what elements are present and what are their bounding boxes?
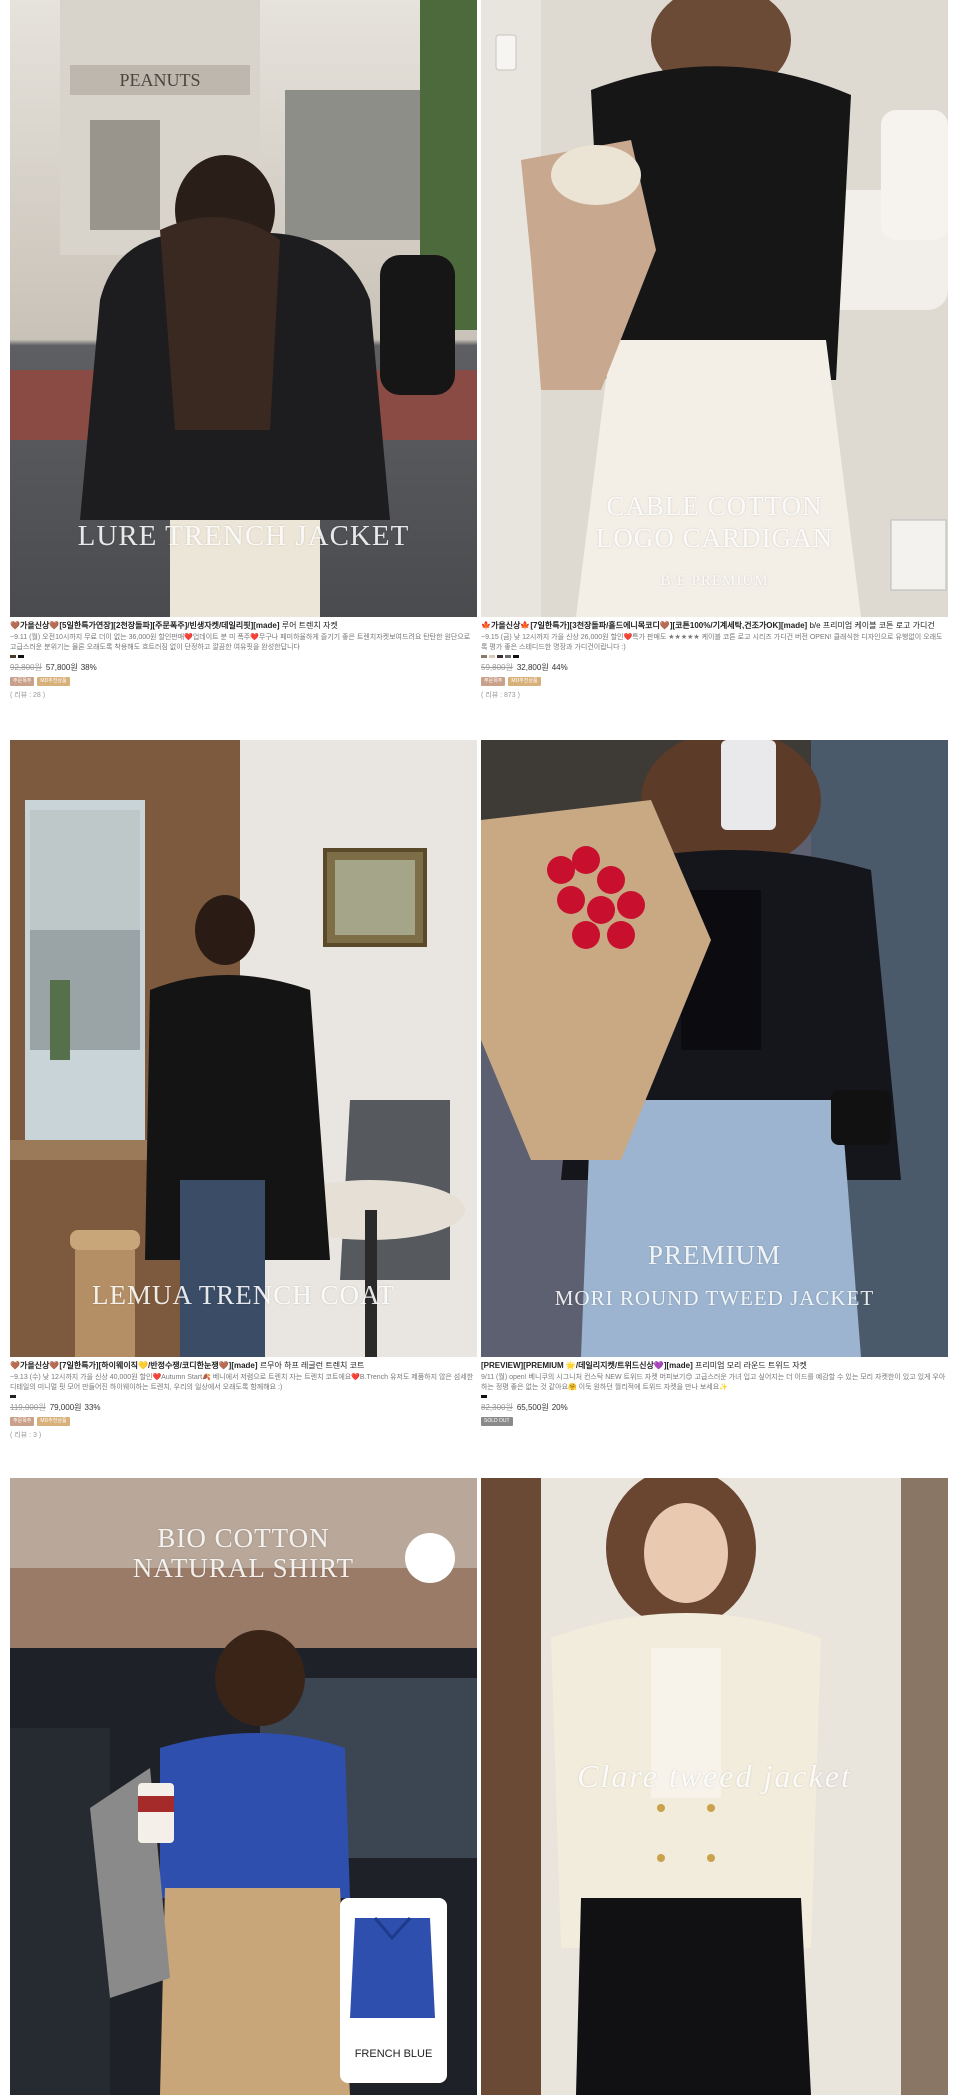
overlay-title-6: Clare tweed jacket — [577, 1758, 852, 1794]
color-swatch — [505, 655, 511, 658]
discount-rate: 44% — [551, 663, 568, 672]
product-image-5[interactable]: BIO COTTON NATURAL SHIRT FRENCH BLUE — [10, 1478, 477, 2095]
color-swatch — [481, 655, 487, 658]
color-swatches — [10, 1395, 477, 1400]
discount-rate: 38% — [80, 663, 97, 672]
price-row: 82,300원 65,500원 20% — [481, 1402, 948, 1413]
color-swatch — [481, 1395, 487, 1398]
review-count[interactable]: ( 리뷰 : 28 ) — [10, 690, 477, 700]
badge-md-pick: MD추천상품 — [37, 1417, 70, 1426]
review-count[interactable]: ( 리뷰 : 873 ) — [481, 690, 948, 700]
product-name-prefix: 🤎가을신상🤎[5일한특가연장][2천장돌파][주문폭주]/빈생자켓/데일리핏][… — [10, 621, 280, 630]
product-info-3: 🤎가을신상🤎[7일한특가][하이웨이직💛/반정수쟁/코디한눈쟁🤎][made] … — [10, 1360, 477, 1440]
overlay-title-4: PREMIUM — [647, 1240, 782, 1270]
product-description: ~9.11 (월) 오전10시까지 무료 더이 없는 36,000원 할인판매❤… — [10, 634, 471, 651]
color-swatch — [10, 1395, 16, 1398]
overlay-subtitle-4: MORI ROUND TWEED JACKET — [554, 1286, 875, 1310]
original-price: 119,000원 — [10, 1403, 46, 1412]
sale-price: 79,000원 — [49, 1403, 82, 1412]
color-swatches — [10, 655, 477, 660]
color-swatch — [10, 655, 16, 658]
product-image-1[interactable]: PEANUTS LURE TRENCH JACKET — [10, 0, 477, 617]
product-description: ~9.15 (금) 낮 12시까지 가을 신상 26,000원 할인❤️특가 판… — [481, 634, 943, 651]
sale-price: 65,500원 — [516, 1403, 549, 1412]
badge-sold-out: SOLD OUT — [481, 1417, 513, 1426]
product-image-3[interactable]: LEMUA TRENCH COAT — [10, 740, 477, 1357]
price-row: 92,800원 57,800원 38% — [10, 662, 477, 673]
badge-order-rush: 주문폭주 — [10, 677, 35, 686]
original-price: 59,800원 — [481, 663, 513, 672]
price-row: 59,800원 32,800원 44% — [481, 662, 948, 673]
original-price: 82,300원 — [481, 1403, 513, 1412]
product-name-prefix: 🤎가을신상🤎[7일한특가][하이웨이직💛/반정수쟁/코디한눈쟁🤎][made] — [10, 1361, 258, 1370]
product-name-1[interactable]: 🤎가을신상🤎[5일한특가연장][2천장돌파][주문폭주]/빈생자켓/데일리핏][… — [10, 620, 477, 631]
product-info-2: 🍁가을신상🍁[7일한특가][3천장돌파/홀드에니목코디🤎][코튼100%/기계세… — [481, 620, 948, 700]
overlay-title-3: LEMUA TRENCH COAT — [91, 1280, 396, 1310]
badge-order-rush: 주문폭주 — [481, 677, 506, 686]
price-row: 119,000원 79,000원 33% — [10, 1402, 477, 1413]
product-name-prefix: [PREVIEW][PREMIUM 🌟/데일리지켓/트위드신상💜][made] — [481, 1361, 693, 1370]
discount-rate: 20% — [551, 1403, 568, 1412]
color-swatch — [497, 655, 503, 658]
product-name-3[interactable]: 🤎가을신상🤎[7일한특가][하이웨이직💛/반정수쟁/코디한눈쟁🤎][made] … — [10, 1360, 477, 1371]
badge-md-pick: MD추천상품 — [37, 677, 70, 686]
product-name-2[interactable]: 🍁가을신상🍁[7일한특가][3천장돌파/홀드에니목코디🤎][코튼100%/기계세… — [481, 620, 948, 631]
product-description: 9/11 (월) open! 베니쿠의 시그니처 컨스탁 NEW 트위드 자켓 … — [481, 1374, 946, 1391]
badge-row: 주문폭주 MD추천상품 — [10, 677, 477, 686]
product-image-6[interactable]: Clare tweed jacket — [481, 1478, 948, 2095]
color-swatch — [489, 655, 495, 658]
original-price: 92,800원 — [10, 663, 42, 672]
product-name-4[interactable]: [PREVIEW][PREMIUM 🌟/데일리지켓/트위드신상💜][made] … — [481, 1360, 948, 1371]
product-name-suffix: 프리미엄 모리 라운드 트위드 자켓 — [694, 1361, 807, 1370]
product-image-4[interactable]: PREMIUM MORI ROUND TWEED JACKET — [481, 740, 948, 1357]
badge-order-rush: 주문폭주 — [10, 1417, 35, 1426]
sale-price: 57,800원 — [45, 663, 78, 672]
review-count[interactable]: ( 리뷰 : 3 ) — [10, 1430, 477, 1440]
badge-row: 주문폭주 MD추천상품 — [10, 1417, 477, 1426]
color-swatch — [18, 655, 24, 658]
color-swatches — [481, 1395, 948, 1400]
product-description: ~9.13 (수) 낮 12시까지 가을 신상 40,000원 할인❤️Autu… — [10, 1374, 474, 1391]
product-name-suffix: b/e 프리미엄 케이블 코튼 로고 가디건 — [809, 621, 935, 630]
product-name-suffix: 르무아 하프 레글런 트렌치 코트 — [259, 1361, 365, 1370]
badge-md-pick: MD추천상품 — [508, 677, 541, 686]
discount-rate: 33% — [84, 1403, 101, 1412]
badge-row: SOLD OUT — [481, 1417, 948, 1426]
color-swatches — [481, 655, 948, 660]
product-image-2[interactable]: CABLE COTTON LOGO CARDIGAN B/E PREMIUM — [481, 0, 948, 617]
swatch-inset-label: FRENCH BLUE — [354, 2048, 433, 2060]
svg-text:PEANUTS: PEANUTS — [119, 70, 200, 90]
sale-price: 32,800원 — [516, 663, 549, 672]
product-name-prefix: 🍁가을신상🍁[7일한특가][3천장돌파/홀드에니목코디🤎][코튼100%/기계세… — [481, 621, 808, 630]
product-info-4: [PREVIEW][PREMIUM 🌟/데일리지켓/트위드신상💜][made] … — [481, 1360, 948, 1426]
overlay-title-1: LURE TRENCH JACKET — [77, 520, 410, 552]
overlay-subtitle-2: B/E PREMIUM — [660, 573, 769, 589]
overlay-title-5: BIO COTTON NATURAL SHIRT — [132, 1523, 355, 1583]
product-info-1: 🤎가을신상🤎[5일한특가연장][2천장돌파][주문폭주]/빈생자켓/데일리핏][… — [10, 620, 477, 700]
overlay-title-2: CABLE COTTON LOGO CARDIGAN — [595, 491, 834, 553]
color-swatch — [513, 655, 519, 658]
badge-row: 주문폭주 MD추천상품 — [481, 677, 948, 686]
product-name-suffix: 루어 트렌치 자켓 — [281, 621, 338, 630]
